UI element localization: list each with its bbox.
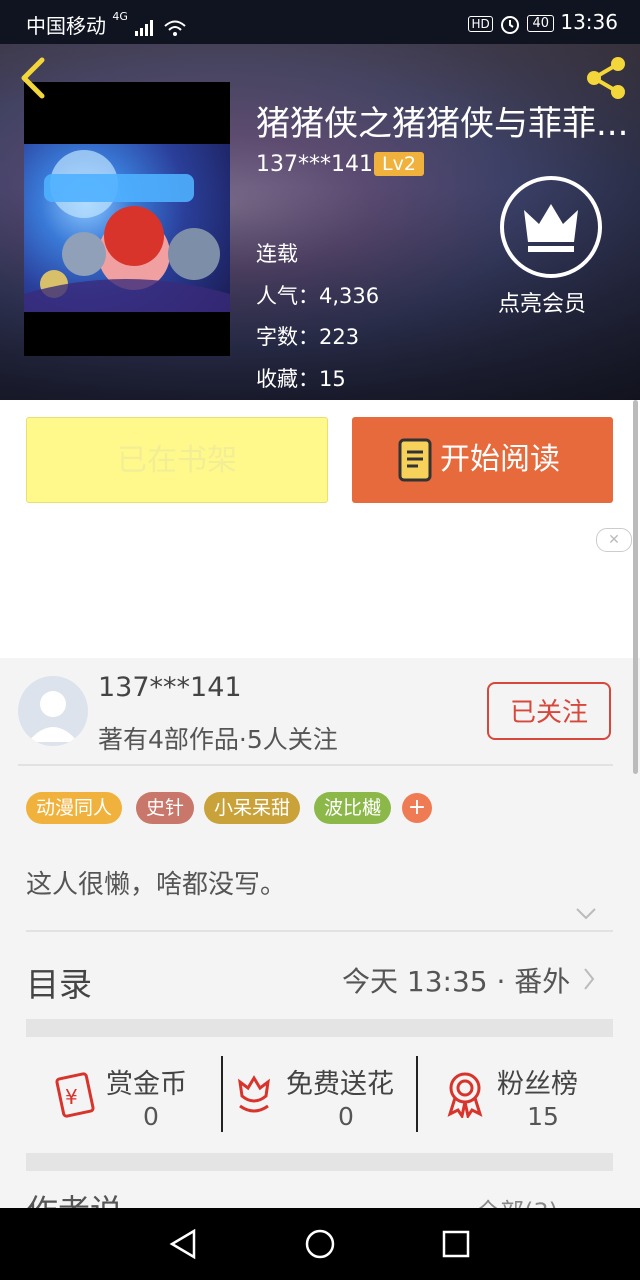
latest-chapter[interactable]: 今天 13:35 · 番外 [342,960,570,1000]
back-icon[interactable] [18,56,48,100]
hd-icon: HD [468,15,493,32]
status-bar: 中国移动 4G HD 40 13:36 [0,0,640,44]
vip-label[interactable]: 点亮会员 [498,286,586,318]
share-icon[interactable] [582,54,630,102]
add-tag-button[interactable]: + [402,793,432,823]
fan-rank-label[interactable]: 粉丝榜 [497,1062,578,1101]
on-shelf-button[interactable]: 已在书架 [26,417,328,503]
book-author[interactable]: 137***141 [256,152,373,177]
tag-label: 小呆呆甜 [214,797,291,819]
reward-coins-value: 0 [143,1102,159,1131]
send-flowers-label[interactable]: 免费送花 [286,1062,394,1101]
carrier-info: 中国移动 4G [26,10,187,39]
cover-artwork [24,144,230,312]
tag-label: 动漫同人 [36,797,113,819]
words-value: 223 [319,325,360,349]
close-icon[interactable]: ✕ [596,528,632,552]
alarm-icon [501,15,520,34]
word-count: 字数：223 [256,321,359,351]
divider [26,930,613,932]
divider [416,1056,418,1132]
book-title: 猪猪侠之猪猪侠与菲菲... [256,104,629,144]
start-reading-button[interactable]: 开始阅读 [352,417,613,503]
send-flowers-value: 0 [338,1102,354,1131]
crown-icon [524,204,578,252]
battery-icon: 40 [527,15,554,32]
words-label: 字数： [256,325,319,349]
tag-4[interactable]: 波比樾 [314,792,392,824]
popularity-label: 人气： [256,284,319,308]
network-type: 4G [112,10,128,23]
fan-rank-value: 15 [527,1102,559,1131]
flower-icon[interactable] [234,1072,274,1116]
home-nav-icon[interactable] [304,1228,336,1260]
tag-2[interactable]: 史针 [136,792,195,824]
clock: 13:36 [560,10,618,34]
favorites-value: 15 [319,367,346,391]
carrier-name: 中国移动 [26,14,106,38]
author-name[interactable]: 137***141 [98,672,242,703]
level-badge: Lv2 [374,152,424,176]
vip-button[interactable] [500,176,602,278]
user-avatar-icon [28,691,78,742]
wifi-icon [163,20,186,36]
medal-icon[interactable] [442,1070,488,1118]
book-icon [398,438,432,482]
section-separator [26,1019,613,1037]
popularity: 人气：4,336 [256,280,379,310]
tag-label: 波比樾 [324,797,382,819]
system-nav-bar [0,1208,640,1280]
book-status: 连载 [256,242,298,266]
scrollbar[interactable] [633,400,638,774]
divider [221,1056,223,1132]
book-cover[interactable] [24,82,230,356]
chevron-down-icon[interactable] [574,906,598,922]
favorites: 收藏：15 [256,363,346,393]
favorites-label: 收藏： [256,367,319,391]
recents-nav-icon[interactable] [441,1229,471,1259]
author-description: 这人很懒，啥都没写。 [26,870,287,900]
tag-label: 史针 [146,797,185,819]
red-envelope-icon[interactable]: ¥ [50,1070,98,1118]
author-stats: 著有4部作品·5人关注 [98,725,338,754]
ad-banner[interactable] [0,520,640,658]
back-nav-icon[interactable] [168,1228,198,1260]
reward-coins-label[interactable]: 赏金币 [106,1062,187,1101]
signal-icon [135,19,154,36]
divider [18,764,613,766]
tag-3[interactable]: 小呆呆甜 [204,792,301,824]
popularity-value: 4,336 [319,284,380,308]
status-right: HD 40 13:36 [468,10,618,35]
tag-1[interactable]: 动漫同人 [26,792,123,824]
svg-text:¥: ¥ [65,1085,78,1109]
follow-button[interactable]: 已关注 [487,682,611,740]
chevron-right-icon[interactable] [582,966,596,992]
avatar[interactable] [18,676,88,746]
section-separator [26,1153,613,1171]
catalog-title[interactable]: 目录 [26,958,92,1006]
